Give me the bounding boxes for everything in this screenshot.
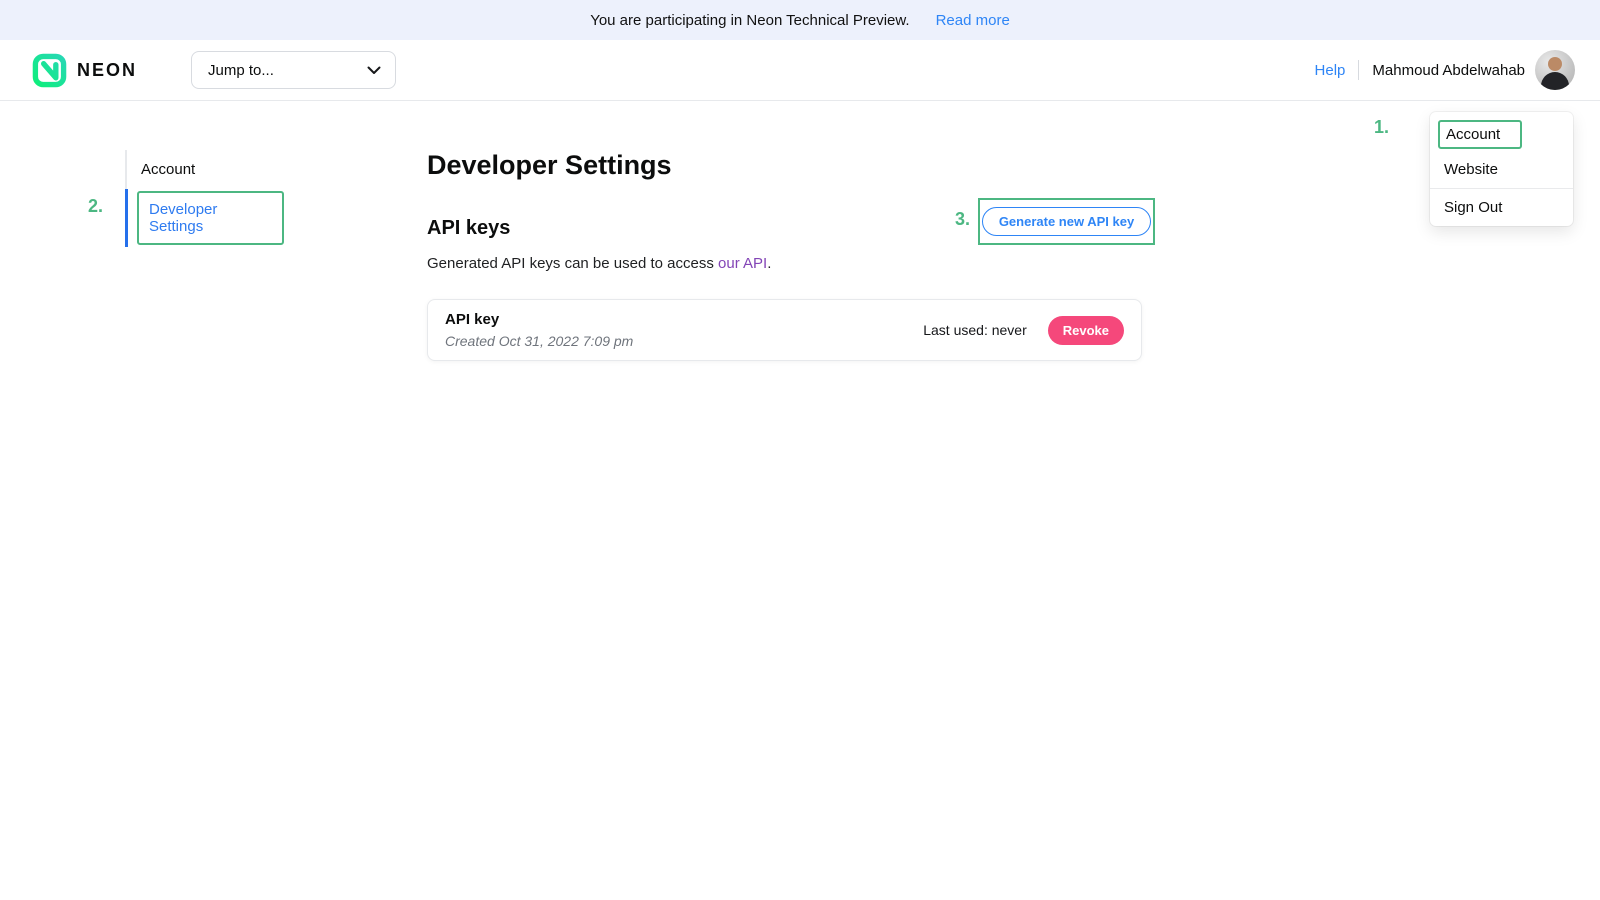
neon-logo-icon [32, 53, 67, 88]
avatar-body [1541, 72, 1569, 90]
revoke-button[interactable]: Revoke [1048, 316, 1124, 345]
main-content: Developer Settings API keys Generated AP… [427, 150, 1142, 361]
page-title: Developer Settings [427, 150, 1142, 181]
menu-item-account-label: Account [1446, 126, 1500, 143]
jump-to-select[interactable]: Jump to... [191, 51, 396, 89]
page: You are participating in Neon Technical … [0, 0, 1600, 900]
menu-divider [1430, 188, 1573, 189]
logo-wordmark: NEON [77, 60, 137, 81]
menu-item-website-label: Website [1444, 161, 1498, 178]
neon-logo[interactable]: NEON [32, 53, 137, 88]
menu-item-sign-out-label: Sign Out [1444, 199, 1502, 216]
settings-sidebar: Account Developer Settings [125, 150, 345, 247]
our-api-link[interactable]: our API [718, 255, 767, 272]
api-key-name: API key [445, 311, 633, 328]
sidebar-item-developer-settings[interactable]: Developer Settings [125, 189, 345, 247]
help-link[interactable]: Help [1315, 62, 1346, 79]
annotation-step-1: 1. [1374, 117, 1389, 138]
annotation-box-generate: Generate new API key [978, 198, 1155, 245]
menu-item-sign-out[interactable]: Sign Out [1430, 191, 1573, 224]
user-avatar[interactable] [1535, 50, 1575, 90]
api-key-info: API key Created Oct 31, 2022 7:09 pm [445, 311, 633, 349]
banner-text: You are participating in Neon Technical … [590, 12, 909, 29]
api-key-card: API key Created Oct 31, 2022 7:09 pm Las… [427, 299, 1142, 361]
annotation-box-developer-settings: Developer Settings [137, 191, 284, 245]
read-more-link[interactable]: Read more [936, 12, 1010, 29]
sidebar-item-developer-settings-label: Developer Settings [149, 201, 217, 235]
api-keys-description: Generated API keys can be used to access… [427, 255, 1142, 272]
chevron-down-icon [367, 66, 381, 75]
api-key-actions: Last used: never Revoke [923, 316, 1124, 345]
menu-item-account[interactable]: Account [1430, 118, 1573, 153]
header-right: Help Mahmoud Abdelwahab [1315, 50, 1575, 90]
sidebar-item-account-label: Account [141, 161, 195, 178]
description-period: . [767, 255, 771, 272]
annotation-step-2: 2. [88, 196, 103, 217]
api-key-last-used: Last used: never [923, 322, 1027, 338]
user-name: Mahmoud Abdelwahab [1372, 62, 1525, 79]
generate-api-key-button[interactable]: Generate new API key [982, 207, 1151, 236]
user-dropdown-menu: Account Website Sign Out [1430, 112, 1573, 226]
jump-to-label: Jump to... [208, 62, 274, 79]
technical-preview-banner: You are participating in Neon Technical … [0, 0, 1600, 40]
annotation-box-account: Account [1438, 120, 1522, 149]
api-key-created: Created Oct 31, 2022 7:09 pm [445, 333, 633, 349]
menu-item-website[interactable]: Website [1430, 153, 1573, 186]
avatar-head [1548, 57, 1562, 71]
app-header: NEON Jump to... Help Mahmoud Abdelwahab [0, 40, 1600, 101]
description-text: Generated API keys can be used to access [427, 255, 718, 272]
sidebar-item-account[interactable]: Account [125, 150, 345, 189]
annotation-step-3: 3. [955, 209, 970, 230]
header-divider [1358, 60, 1359, 80]
